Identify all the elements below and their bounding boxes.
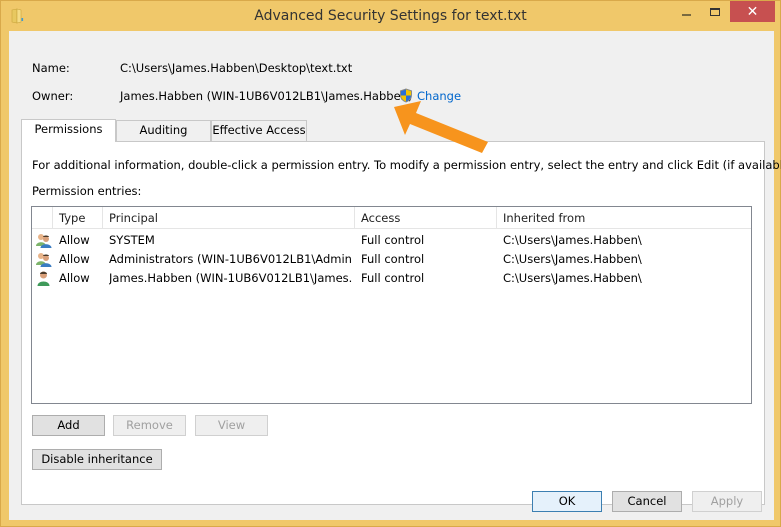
user-icon [37,271,50,286]
minimize-icon [682,13,691,16]
row-inherited-from: C:\Users\James.Habben\ [503,233,642,247]
row-access: Full control [361,252,425,266]
tab-effective-access[interactable]: Effective Access [211,120,307,141]
permissions-panel: For additional information, double-click… [21,141,781,505]
row-principal: Administrators (WIN-1UB6V012LB1\Admini..… [109,252,353,266]
uac-shield-icon [400,88,412,103]
remove-button[interactable]: Remove [113,415,186,436]
row-access: Full control [361,271,425,285]
disable-inheritance-button[interactable]: Disable inheritance [32,449,162,470]
column-header-inherited-from[interactable]: Inherited from [497,207,752,229]
row-access: Full control [361,233,425,247]
owner-value: James.Habben (WIN-1UB6V012LB1\James.Habb… [120,89,413,103]
permission-entries-label: Permission entries: [32,184,142,198]
table-row[interactable]: Allow SYSTEM Full control C:\Users\James… [32,231,751,250]
permission-entries-list[interactable]: Type Principal Access Inherited from All… [31,206,752,404]
name-label: Name: [32,61,70,75]
tab-permissions[interactable]: Permissions [21,119,116,142]
apply-button[interactable]: Apply [692,491,762,512]
list-header: Type Principal Access Inherited from [32,207,751,229]
add-button[interactable]: Add [32,415,105,436]
column-header-access[interactable]: Access [355,207,497,229]
row-principal: SYSTEM [109,233,155,247]
row-inherited-from: C:\Users\James.Habben\ [503,271,642,285]
row-type: Allow [59,252,90,266]
row-inherited-from: C:\Users\James.Habben\ [503,252,642,266]
table-row[interactable]: Allow James.Habben (WIN-1UB6V012LB1\Jame… [32,269,751,288]
dialog-content: Name: C:\Users\James.Habben\Desktop\text… [9,31,781,520]
cancel-button[interactable]: Cancel [612,491,682,512]
maximize-icon [709,7,720,16]
group-users-icon [36,234,52,248]
row-type: Allow [59,271,90,285]
row-principal: James.Habben (WIN-1UB6V012LB1\James.... [109,271,353,285]
owner-label: Owner: [32,89,74,103]
instructions-text: For additional information, double-click… [32,158,781,172]
maximize-button[interactable] [701,1,728,22]
ok-button[interactable]: OK [532,491,602,512]
dialog-window: Advanced Security Settings for text.txt … [0,0,781,527]
group-users-icon [36,253,52,267]
tab-auditing[interactable]: Auditing [116,120,211,141]
close-icon: ✕ [746,3,759,20]
change-owner-link[interactable]: Change [417,89,461,103]
minimize-button[interactable] [673,1,700,22]
window-title: Advanced Security Settings for text.txt [254,8,527,24]
close-button[interactable]: ✕ [730,1,775,22]
row-type: Allow [59,233,90,247]
column-header-principal[interactable]: Principal [103,207,355,229]
column-header-type[interactable]: Type [53,207,103,229]
title-bar[interactable]: Advanced Security Settings for text.txt … [1,1,780,32]
table-row[interactable]: Allow Administrators (WIN-1UB6V012LB1\Ad… [32,250,751,269]
column-header-icon[interactable] [32,207,53,229]
view-button[interactable]: View [195,415,268,436]
name-value: C:\Users\James.Habben\Desktop\text.txt [120,61,353,75]
